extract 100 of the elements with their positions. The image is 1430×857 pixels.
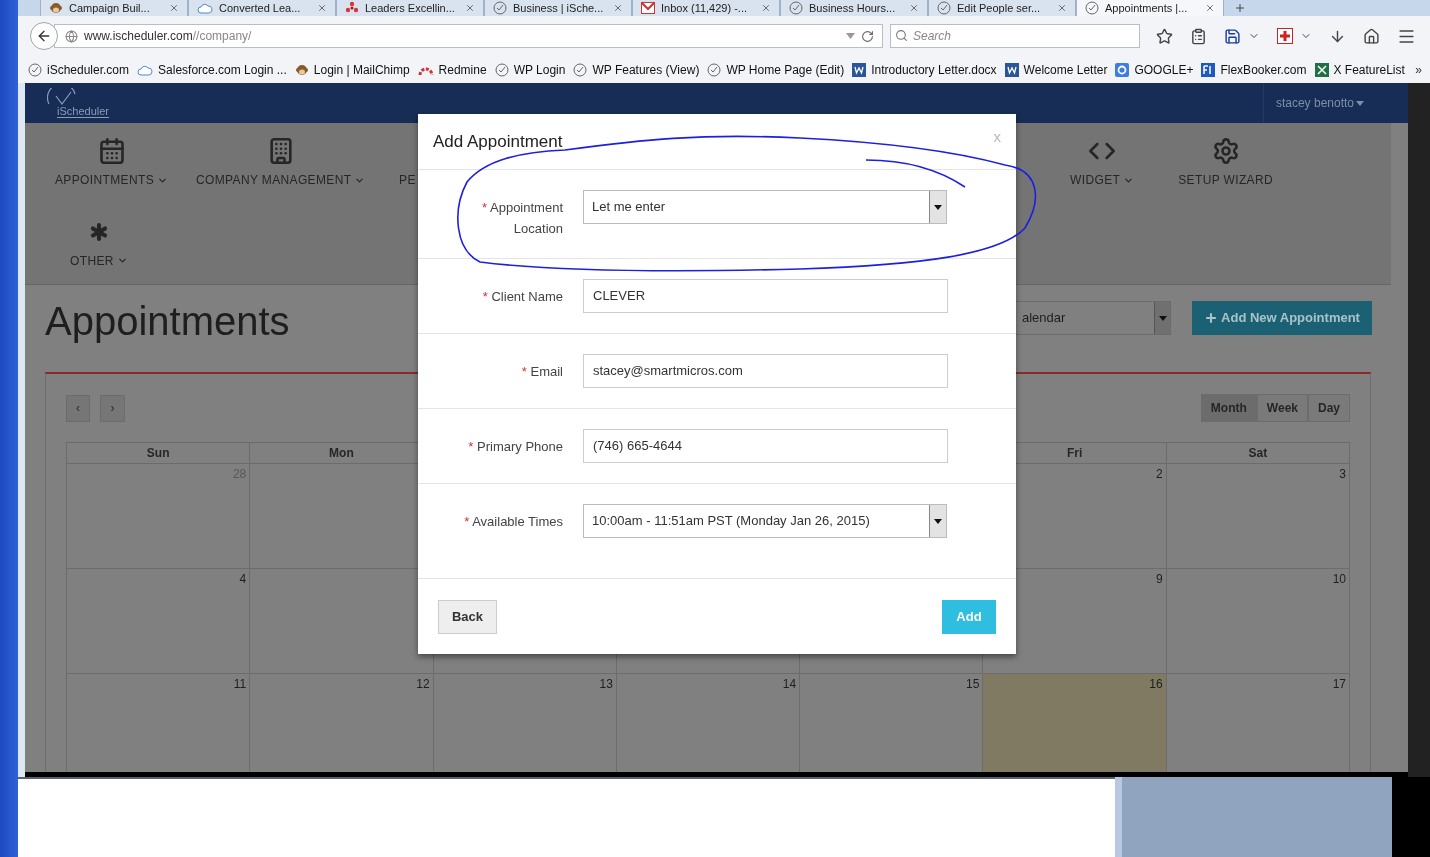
clock-icon — [1085, 1, 1099, 15]
day-number: 15 — [966, 677, 980, 692]
bookmark-link[interactable]: X FeatureList — [1314, 60, 1405, 79]
weekday-header: Fri — [1066, 445, 1083, 462]
view-tab[interactable]: Day — [1308, 394, 1350, 422]
browser-tab[interactable]: Business | iSche... — [484, 0, 632, 16]
tab-title: Leaders Excellin... — [365, 2, 456, 14]
day-number: 3 — [1339, 467, 1346, 482]
required-mark: * — [521, 364, 527, 379]
bookmark-link[interactable]: FlexBooker.com — [1201, 60, 1307, 79]
mail-icon — [641, 2, 655, 14]
bookmark-link[interactable]: Login | MailChimp — [294, 60, 410, 79]
reload-icon[interactable] — [861, 29, 874, 43]
more-bookmarks[interactable]: » — [1415, 60, 1422, 79]
day-number: 12 — [416, 677, 430, 692]
close-icon[interactable] — [909, 3, 919, 13]
menu-item[interactable]: SETUP WIZARD — [1178, 171, 1273, 189]
weekday-header: Mon — [329, 445, 354, 462]
view-tab[interactable]: Month — [1200, 394, 1257, 422]
bookmark-link[interactable]: Introductory Letter.docx — [852, 60, 997, 79]
bookmark-link[interactable]: WP Login — [494, 60, 566, 79]
close-icon[interactable] — [169, 3, 179, 13]
calendar-icon — [97, 137, 126, 165]
close-icon[interactable] — [761, 3, 771, 13]
browser-tab[interactable]: Converted Lea... — [188, 0, 336, 16]
input-field[interactable]: stacey@smartmicros.com — [583, 354, 948, 388]
user-menu[interactable]: stacey benotto — [1275, 94, 1364, 112]
spreadsheet-icon — [1314, 62, 1329, 77]
close-icon[interactable] — [465, 3, 475, 13]
browser-tab[interactable]: Appointments |... — [1076, 0, 1224, 16]
menu-item[interactable]: OTHER — [70, 251, 128, 270]
view-tab[interactable]: Week — [1256, 394, 1308, 422]
add-appointment-button[interactable]: Add New Appointment — [1192, 301, 1372, 335]
save-icon[interactable] — [1224, 27, 1241, 45]
clock-icon — [937, 1, 951, 15]
chevron-icon — [116, 255, 128, 266]
back-button[interactable] — [30, 22, 58, 50]
home-icon[interactable] — [1363, 27, 1380, 45]
day-number: 4 — [239, 572, 247, 587]
field-label: Appointment Location — [490, 200, 563, 236]
bookmark-link[interactable]: Welcome Letter — [1004, 60, 1108, 79]
required-mark: * — [482, 289, 488, 304]
required-mark: * — [482, 200, 488, 215]
menu-item[interactable]: APPOINTMENTS — [55, 171, 168, 189]
bookmark-link[interactable]: Salesforce.com Login ... — [137, 60, 287, 79]
day-number: 11 — [233, 677, 247, 692]
browser-tab[interactable]: Edit People ser... — [928, 0, 1076, 16]
new-tab-icon[interactable] — [1234, 2, 1246, 14]
url-field[interactable]: www.ischeduler.com//company/ — [54, 24, 883, 48]
clock-icon — [789, 1, 803, 15]
search-icon — [895, 29, 908, 42]
field-label: Available Times — [472, 514, 563, 529]
input-field[interactable]: (746) 665-4644 — [583, 429, 948, 463]
search-field[interactable]: Search — [890, 24, 1140, 48]
bookmark-star-icon[interactable] — [1156, 27, 1173, 45]
browser-tab[interactable]: Inbox (11,429) -... — [632, 0, 780, 16]
menu-item[interactable]: WIDGET — [1070, 171, 1135, 189]
day-number: 2 — [1156, 467, 1163, 482]
tab-title: Inbox (11,429) -... — [661, 2, 748, 14]
tab-title: Business | iSche... — [513, 2, 605, 14]
cloud-icon — [137, 63, 154, 76]
bookmark-link[interactable]: iScheduler.com — [28, 60, 130, 79]
close-icon[interactable] — [1205, 3, 1215, 13]
menu-item[interactable]: PE — [399, 171, 416, 189]
previous-button[interactable]: ‹ — [66, 394, 90, 422]
required-mark: * — [468, 439, 474, 454]
close-icon[interactable] — [613, 3, 623, 13]
clock-icon — [28, 62, 42, 77]
browser-tab[interactable]: Campaign Buil... — [40, 0, 188, 16]
clipboard-icon[interactable] — [1190, 27, 1207, 45]
menu-item[interactable]: COMPANY MANAGEMENT — [196, 171, 366, 189]
clock-icon — [573, 62, 588, 77]
field-label: Client Name — [491, 289, 563, 304]
today-cell[interactable]: 16 — [983, 674, 1167, 772]
input-field[interactable]: CLEVER — [583, 279, 948, 313]
weekday-header: Sun — [146, 445, 170, 462]
dropdown-arrow-icon[interactable] — [846, 33, 855, 39]
tab-title: Business Hours... — [809, 2, 897, 14]
bookmark-link[interactable]: GOOGLE+ — [1115, 60, 1194, 79]
bookmark-link[interactable]: Redmine — [417, 60, 487, 79]
monkey-icon — [294, 62, 309, 77]
tab-title: Appointments |... — [1105, 2, 1189, 14]
clock-icon — [707, 62, 722, 77]
bookmark-link[interactable]: WP Features (View) — [573, 60, 700, 79]
browser-tab[interactable]: Business Hours... — [780, 0, 928, 16]
clock-icon — [494, 62, 509, 77]
close-icon[interactable] — [1057, 3, 1067, 13]
select-field[interactable]: Let me enter — [583, 190, 947, 224]
logo[interactable]: iScheduler — [47, 88, 109, 118]
next-button[interactable]: › — [100, 394, 125, 422]
browser-tab[interactable]: Leaders Excellin... — [336, 0, 484, 16]
field-label: Primary Phone — [477, 439, 563, 454]
plus-icon[interactable] — [1277, 28, 1293, 44]
bookmark-link[interactable]: WP Home Page (Edit) — [707, 60, 845, 79]
weekday-header: Sat — [1248, 445, 1268, 462]
close-icon[interactable] — [317, 3, 327, 13]
cloud-icon — [197, 2, 213, 14]
select-field[interactable]: 10:00am - 11:51am PST (Monday Jan 26, 2015) — [583, 504, 947, 538]
url-text: www.ischeduler.com//company/ — [84, 28, 253, 45]
back-button[interactable]: Back — [438, 599, 497, 634]
